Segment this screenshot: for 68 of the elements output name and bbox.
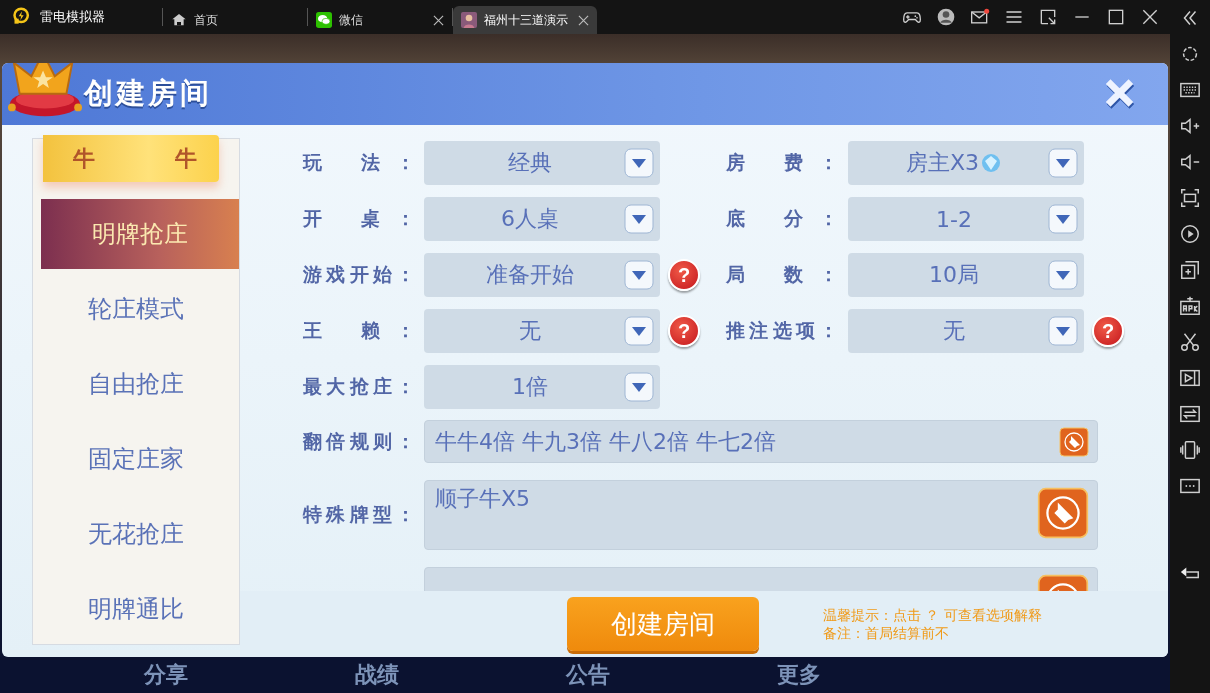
close-icon[interactable]: [1140, 7, 1160, 27]
dropdown-field[interactable]: 无: [848, 309, 1084, 353]
add-window-icon[interactable]: [1179, 259, 1201, 281]
mode-tab[interactable]: 明牌抢庄: [41, 199, 239, 269]
help-button[interactable]: ?: [668, 315, 700, 347]
maximize-icon[interactable]: [1106, 7, 1126, 27]
nav-item[interactable]: 公告: [482, 660, 693, 690]
dropdown-field[interactable]: 1-2: [848, 197, 1084, 241]
apk-install-icon[interactable]: [1179, 295, 1201, 317]
create-room-button[interactable]: 创建房间: [567, 597, 759, 652]
help-button[interactable]: ?: [1092, 315, 1124, 347]
mode-tab[interactable]: 自由抢庄: [33, 349, 239, 419]
dropdown-field[interactable]: 准备开始: [424, 253, 660, 297]
nav-item[interactable]: 更多: [693, 660, 904, 690]
lightning-logo-icon: [12, 7, 32, 27]
browser-tab[interactable]: 福州十三道演示: [453, 6, 597, 34]
field-label: 局 数：: [726, 262, 838, 287]
nav-item[interactable]: 分享: [60, 660, 271, 690]
field-label: 房 费：: [726, 150, 838, 175]
dialog-title: 创建房间: [84, 75, 212, 112]
volume-up-icon[interactable]: [1179, 115, 1201, 137]
field-label: 底 分：: [726, 206, 838, 231]
browser-tab[interactable]: 微信: [308, 6, 452, 34]
text-field[interactable]: 顺子牛X5: [424, 480, 1098, 550]
chat-app-icon: [316, 12, 332, 28]
field-label: 推注选项：: [726, 318, 838, 343]
help-button[interactable]: ?: [668, 259, 700, 291]
pin-icon[interactable]: [1037, 487, 1089, 539]
field-label: 王 赖：: [303, 318, 415, 343]
nav-item[interactable]: 战绩: [271, 660, 482, 690]
resize-icon[interactable]: [1038, 7, 1058, 27]
tip-text: 备注：首局结算前不: [823, 624, 950, 643]
field-label: 翻倍规则：: [303, 428, 415, 454]
game-thumbnail-icon: [461, 12, 477, 28]
dropdown-field[interactable]: 6人桌: [424, 197, 660, 241]
field-label: 最大抢庄：: [303, 374, 415, 399]
field-label: 开 桌：: [303, 206, 415, 231]
video-icon[interactable]: [1179, 367, 1201, 389]
dropdown-field[interactable]: 无: [424, 309, 660, 353]
browser-tab[interactable]: 首页: [163, 6, 307, 34]
play-circle-icon[interactable]: [1179, 223, 1201, 245]
dropdown-field[interactable]: 房主X3: [848, 141, 1084, 185]
mode-tab[interactable]: 固定庄家: [33, 424, 239, 494]
field-label: 特殊牌型：: [303, 502, 415, 527]
close-icon[interactable]: [578, 14, 589, 26]
phone-vibrate-icon[interactable]: [1179, 439, 1201, 461]
screenshot-icon[interactable]: [1179, 187, 1201, 209]
scissors-icon[interactable]: [1179, 331, 1201, 353]
tip-text: 温馨提示：点击 ？ 可查看选项解释: [823, 606, 1042, 625]
text-field[interactable]: 牛牛4倍 牛九3倍 牛八2倍 牛七2倍: [424, 420, 1098, 463]
field-value: 顺子牛X5: [435, 485, 531, 513]
home-icon: [171, 12, 187, 28]
dropdown-field[interactable]: 1倍: [424, 365, 660, 409]
app-name: 雷电模拟器: [40, 8, 105, 26]
sync-icon[interactable]: [1179, 403, 1201, 425]
dropdown-field[interactable]: 10局: [848, 253, 1084, 297]
mode-tab[interactable]: 明牌通比: [33, 574, 239, 644]
pin-icon[interactable]: [1059, 426, 1089, 457]
category-label: 牛 牛: [73, 144, 197, 173]
avatar-icon[interactable]: [936, 7, 956, 27]
volume-down-icon[interactable]: [1179, 151, 1201, 173]
field-label: 游戏开始：: [303, 262, 415, 287]
mode-tab[interactable]: 轮庄模式: [33, 274, 239, 344]
close-icon[interactable]: [433, 14, 444, 26]
field-value: 牛牛4倍 牛九3倍 牛八2倍 牛七2倍: [435, 427, 776, 456]
field-label: 玩 法：: [303, 150, 415, 175]
mode-tab[interactable]: 无花抢庄: [33, 499, 239, 569]
dropdown-field[interactable]: 经典: [424, 141, 660, 185]
